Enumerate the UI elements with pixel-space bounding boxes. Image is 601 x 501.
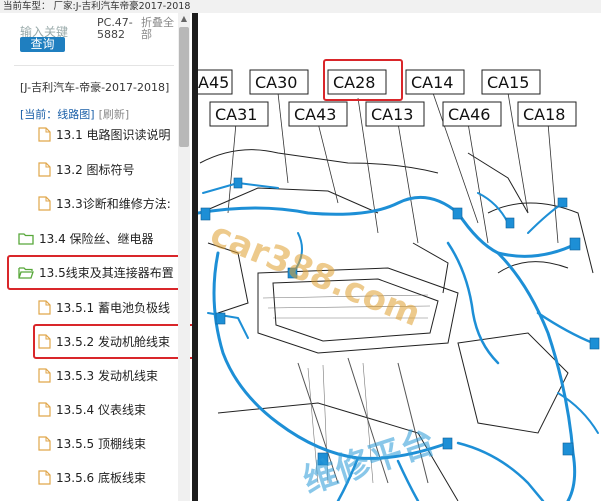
watermark-text: car388.com <box>205 214 426 335</box>
document-icon <box>38 402 51 417</box>
document-icon <box>38 368 51 383</box>
connector-label-ca28[interactable]: CA28 <box>327 69 387 95</box>
document-icon <box>38 436 51 451</box>
tree-item-13-3[interactable]: 13.3诊断和维修方法: <box>38 193 171 213</box>
connector-label-ca30[interactable]: CA30 <box>249 69 309 95</box>
current-vehicle-breadcrumb: 当前车型： 厂家:J-吉利汽车帝豪2017-2018 <box>3 1 191 12</box>
tree-item-13-1[interactable]: 13.1 电路图识读说明 <box>38 124 171 144</box>
connector-label-a45[interactable]: A45 <box>198 69 233 95</box>
svg-text:CA43: CA43 <box>294 105 336 124</box>
tree-item-label: 13.5.6 底板线束 <box>56 470 146 485</box>
sidebar-scrollbar[interactable]: ▲ <box>178 13 190 501</box>
svg-text:CA30: CA30 <box>255 73 297 92</box>
tree-item-label: 13.3诊断和维修方法: <box>56 196 171 211</box>
scrollbar-thumb[interactable] <box>179 27 189 147</box>
tree-item-13-2[interactable]: 13.2 图标符号 <box>38 159 135 179</box>
svg-text:CA46: CA46 <box>448 105 490 124</box>
tree-item-label: 13.1 电路图识读说明 <box>56 127 171 142</box>
document-icon <box>38 196 51 211</box>
connector-label-ca18[interactable]: CA18 <box>517 101 577 127</box>
tree-item-13-5-1[interactable]: 13.5.1 蓄电池负极线 <box>38 297 170 317</box>
tree-item-label: 13.4 保险丝、继电器 <box>39 231 154 246</box>
connector-label-ca46[interactable]: CA46 <box>442 101 502 127</box>
svg-text:CA15: CA15 <box>487 73 529 92</box>
tree-item-13-5-3[interactable]: 13.5.3 发动机线束 <box>38 365 158 385</box>
tree-item-13-4[interactable]: 13.4 保险丝、继电器 <box>18 228 154 248</box>
wiring-diagram: car388.com 维修平台 A45 CA30 CA28 CA14 CA15 … <box>198 13 601 501</box>
svg-text:CA14: CA14 <box>411 73 453 92</box>
svg-text:A45: A45 <box>198 73 229 92</box>
top-status-bar: 当前车型： 厂家:J-吉利汽车帝豪2017-2018 <box>0 0 601 13</box>
tree-item-label: 13.2 图标符号 <box>56 162 135 177</box>
folder-icon <box>18 233 34 245</box>
connector-label-ca43[interactable]: CA43 <box>288 101 348 127</box>
sidebar: 输入关键 查询 PC.47-5882 折叠全部 [J-吉利汽车-帝豪-2017-… <box>0 13 198 501</box>
current-view-row: [当前：线路图] [刷新] <box>20 106 129 122</box>
pc-code-label: PC.47-5882 <box>97 16 133 41</box>
connector-label-ca13[interactable]: CA13 <box>365 101 425 127</box>
connector-label-ca15[interactable]: CA15 <box>481 69 541 95</box>
document-icon <box>38 470 51 485</box>
highlight-box-folder <box>7 255 189 290</box>
document-icon <box>38 300 51 315</box>
highlight-box-item <box>33 324 198 359</box>
connector-label-ca14[interactable]: CA14 <box>405 69 465 95</box>
tree-item-label: 13.5.3 发动机线束 <box>56 368 158 383</box>
search-button[interactable]: 查询 <box>20 37 65 52</box>
tree-item-label: 13.5.4 仪表线束 <box>56 402 146 417</box>
svg-text:CA31: CA31 <box>215 105 257 124</box>
current-view-label: [当前：线路图] <box>20 108 95 121</box>
tree-item-label: 13.5.5 顶棚线束 <box>56 436 146 451</box>
refresh-link[interactable]: [刷新] <box>99 108 130 121</box>
connector-label-ca31[interactable]: CA31 <box>209 101 269 127</box>
collapse-all-button[interactable]: 折叠全部 <box>141 17 181 41</box>
tree-item-label: 13.5.1 蓄电池负极线 <box>56 300 170 315</box>
document-icon <box>38 162 51 177</box>
watermark-text-2: 维修平台 <box>298 421 440 501</box>
vehicle-title: [J-吉利汽车-帝豪-2017-2018] <box>20 81 170 94</box>
svg-text:CA13: CA13 <box>371 105 413 124</box>
tree-item-13-5-6[interactable]: 13.5.6 底板线束 <box>38 467 146 487</box>
svg-text:CA28: CA28 <box>333 73 375 92</box>
engine-bay-diagram: car388.com 维修平台 A45 CA30 CA28 CA14 CA15 … <box>198 59 600 501</box>
tree-item-13-5-5[interactable]: 13.5.5 顶棚线束 <box>38 433 146 453</box>
svg-text:CA18: CA18 <box>523 105 565 124</box>
sidebar-divider <box>14 65 174 66</box>
scroll-up-icon[interactable]: ▲ <box>178 13 190 25</box>
tree-item-13-5-4[interactable]: 13.5.4 仪表线束 <box>38 399 146 419</box>
fender-line <box>199 149 439 174</box>
document-icon <box>38 127 51 142</box>
